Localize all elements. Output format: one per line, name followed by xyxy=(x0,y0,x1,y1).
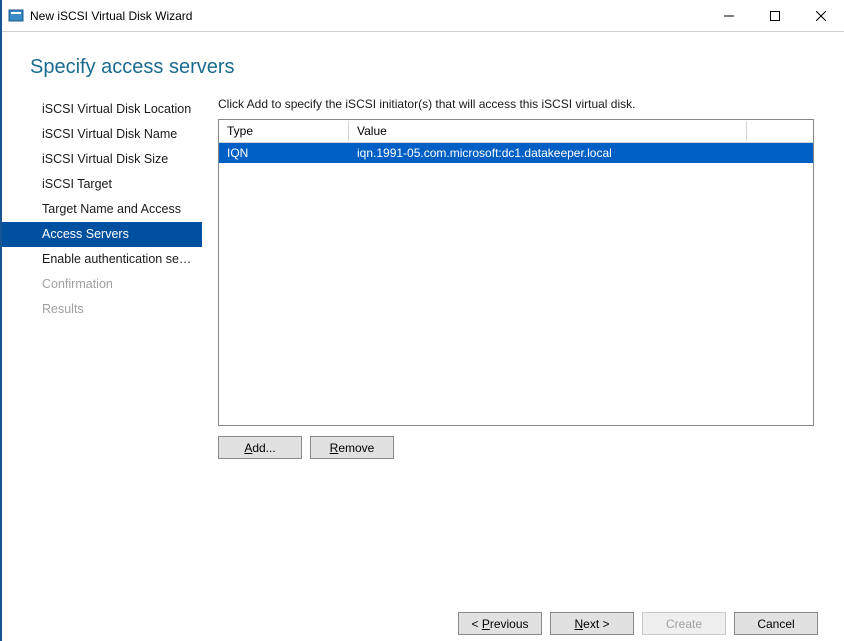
sidebar-item-2[interactable]: iSCSI Virtual Disk Size xyxy=(2,147,202,172)
column-header-tail xyxy=(747,128,813,134)
next-button[interactable]: Next > xyxy=(550,612,634,635)
column-header-type[interactable]: Type xyxy=(219,121,349,141)
page-title: Specify access servers xyxy=(2,32,844,97)
list-rows: IQNiqn.1991-05.com.microsoft:dc1.datakee… xyxy=(219,143,813,163)
maximize-button[interactable] xyxy=(752,0,798,31)
sidebar-item-6[interactable]: Enable authentication ser... xyxy=(2,247,202,272)
initiators-listbox[interactable]: Type Value IQNiqn.1991-05.com.microsoft:… xyxy=(218,119,814,426)
wizard-steps-sidebar: iSCSI Virtual Disk LocationiSCSI Virtual… xyxy=(2,97,202,459)
sidebar-item-0[interactable]: iSCSI Virtual Disk Location xyxy=(2,97,202,122)
window-controls xyxy=(706,0,844,31)
remove-button[interactable]: Remove xyxy=(310,436,394,459)
sidebar-item-3[interactable]: iSCSI Target xyxy=(2,172,202,197)
sidebar-item-4[interactable]: Target Name and Access xyxy=(2,197,202,222)
previous-button[interactable]: < Previous xyxy=(458,612,542,635)
add-button[interactable]: Add... xyxy=(218,436,302,459)
titlebar: New iSCSI Virtual Disk Wizard xyxy=(2,0,844,32)
list-buttons: Add... Remove xyxy=(218,436,814,459)
sidebar-item-1[interactable]: iSCSI Virtual Disk Name xyxy=(2,122,202,147)
window-title: New iSCSI Virtual Disk Wizard xyxy=(30,9,706,23)
column-header-value[interactable]: Value xyxy=(349,121,747,141)
footer-buttons: < Previous Next > Create Cancel xyxy=(458,612,818,635)
minimize-button[interactable] xyxy=(706,0,752,31)
cell-type: IQN xyxy=(219,144,349,162)
sidebar-item-5[interactable]: Access Servers xyxy=(2,222,202,247)
cancel-button[interactable]: Cancel xyxy=(734,612,818,635)
sidebar-item-8: Results xyxy=(2,297,202,322)
cell-value: iqn.1991-05.com.microsoft:dc1.datakeeper… xyxy=(349,144,813,162)
sidebar-item-7: Confirmation xyxy=(2,272,202,297)
list-header: Type Value xyxy=(219,120,813,143)
content-area: Specify access servers iSCSI Virtual Dis… xyxy=(2,32,844,641)
app-icon xyxy=(8,8,24,24)
list-row[interactable]: IQNiqn.1991-05.com.microsoft:dc1.datakee… xyxy=(219,143,813,163)
main-panel: Click Add to specify the iSCSI initiator… xyxy=(202,97,844,459)
instruction-text: Click Add to specify the iSCSI initiator… xyxy=(218,97,814,111)
close-button[interactable] xyxy=(798,0,844,31)
create-button: Create xyxy=(642,612,726,635)
